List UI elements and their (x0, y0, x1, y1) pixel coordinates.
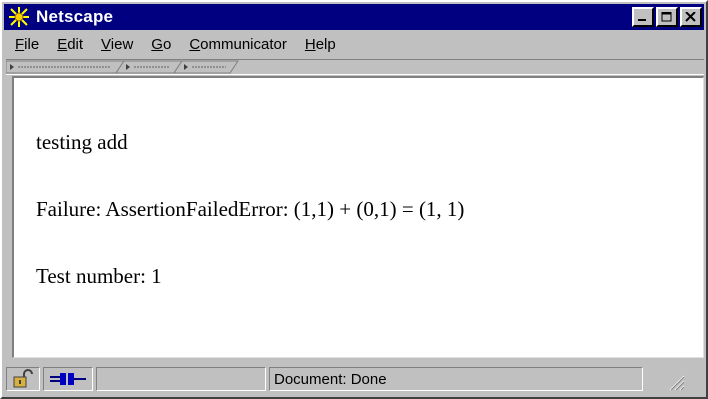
status-text: Document: Done (274, 370, 387, 388)
menu-go[interactable]: Go (142, 36, 180, 53)
plug-icon (50, 373, 86, 385)
window-title: Netscape (36, 7, 114, 26)
minimize-button[interactable] (632, 7, 654, 27)
menu-edit[interactable]: Edit (48, 36, 92, 53)
toolbar-grip-tabs[interactable] (6, 60, 266, 74)
padlock-icon (13, 369, 33, 388)
menu-communicator[interactable]: Communicator (180, 36, 296, 53)
menu-bar: File Edit View Go Communicator Help (6, 32, 704, 56)
content-line-test-number: Test number: 1 (36, 264, 162, 288)
progress-area (96, 367, 266, 391)
status-text-area: Document: Done (269, 367, 643, 391)
connection-indicator[interactable] (43, 367, 93, 391)
minimize-icon (638, 19, 646, 21)
menu-file[interactable]: File (6, 36, 48, 53)
maximize-icon (661, 12, 672, 22)
security-indicator[interactable] (6, 367, 40, 391)
content-line-heading: testing add (36, 130, 128, 154)
close-button[interactable] (680, 7, 702, 27)
title-bar[interactable]: Netscape (4, 4, 704, 30)
netscape-logo-icon (8, 6, 30, 28)
maximize-button[interactable] (656, 7, 678, 27)
content-line-failure: Failure: AssertionFailedError: (1,1) + (… (36, 197, 465, 221)
collapsed-toolbars (6, 59, 704, 75)
resize-grip-icon (669, 375, 685, 391)
close-icon (685, 12, 696, 22)
status-bar: Document: Done (6, 364, 706, 394)
menu-view[interactable]: View (92, 36, 142, 53)
browser-window: Netscape File Edit View Go Communicator … (0, 0, 708, 399)
page-content: testing add Failure: AssertionFailedErro… (12, 76, 704, 358)
window-controls (630, 7, 702, 27)
resize-grip[interactable] (646, 366, 686, 392)
menu-help[interactable]: Help (296, 36, 345, 53)
